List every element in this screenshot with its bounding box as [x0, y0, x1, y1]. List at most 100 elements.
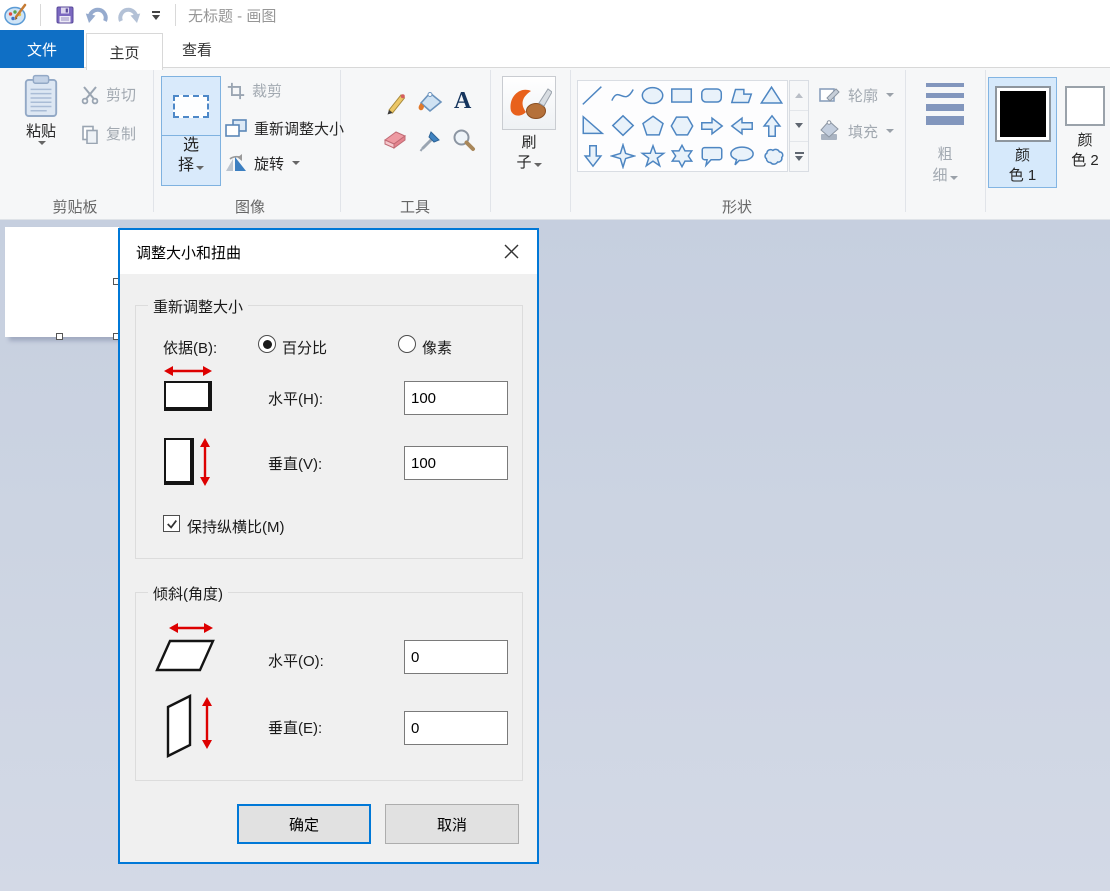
select-icon-area[interactable] [162, 77, 220, 136]
shape-diamond-icon[interactable] [610, 113, 636, 139]
shape-star5-icon[interactable] [640, 143, 666, 169]
shape-outline-button[interactable]: 轮廓 [818, 84, 894, 106]
check-icon [166, 518, 178, 530]
fill-tool-button[interactable] [417, 90, 443, 116]
shape-fill-button[interactable]: 填充 [818, 120, 894, 142]
qat-customize-button[interactable] [149, 11, 163, 20]
maintain-aspect-label[interactable]: 保持纵横比(M) [187, 516, 285, 537]
pixels-radio-label[interactable]: 像素 [422, 337, 452, 358]
shape-triangle-icon[interactable] [759, 83, 785, 109]
tab-file[interactable]: 文件 [0, 30, 84, 68]
pencil-tool-button[interactable] [384, 90, 408, 116]
paste-dropdown-caret [38, 141, 46, 145]
group-separator [985, 70, 986, 212]
shape-polygon-icon[interactable] [729, 83, 755, 109]
eraser-tool-button[interactable] [382, 130, 408, 150]
dialog-title-bar[interactable]: 调整大小和扭曲 [120, 230, 537, 274]
shape-right-triangle-icon[interactable] [580, 113, 606, 139]
shape-gallery [577, 80, 788, 172]
shape-arrow-up-icon[interactable] [759, 113, 785, 139]
brush-icon-frame [502, 76, 556, 130]
qat-separator [175, 4, 176, 26]
resize-label: 重新调整大小 [254, 118, 344, 139]
text-tool-button[interactable]: A [454, 88, 471, 115]
magnifier-icon [452, 128, 476, 152]
outline-dropdown-caret [886, 93, 894, 97]
shape-rectangle-icon[interactable] [669, 83, 695, 109]
shape-arrow-left-icon[interactable] [729, 113, 755, 139]
magnifier-tool-button[interactable] [452, 128, 476, 152]
color-picker-tool-button[interactable] [419, 128, 443, 152]
brushes-dropdown-caret [534, 163, 542, 167]
select-label-area[interactable]: 选 择 [162, 136, 220, 176]
pixels-radio[interactable] [398, 335, 416, 353]
gallery-scroll-up-button[interactable] [790, 81, 808, 111]
tab-view[interactable]: 查看 [170, 30, 224, 68]
percent-radio[interactable] [258, 335, 276, 353]
fill-bucket-icon [417, 90, 443, 116]
rotate-button[interactable]: 旋转 [224, 152, 300, 174]
horizontal-input[interactable] [404, 381, 508, 415]
gallery-expand-button[interactable] [790, 142, 808, 171]
save-button[interactable] [52, 2, 78, 28]
vertical-resize-rect-icon [164, 438, 194, 485]
shape-rounded-rectangle-icon[interactable] [699, 83, 725, 109]
skew-vertical-label: 垂直(E): [268, 717, 322, 738]
redo-button[interactable] [116, 2, 142, 28]
drawing-canvas[interactable] [5, 227, 119, 337]
text-tool-icon: A [454, 88, 471, 115]
brushes-button[interactable]: 刷 子 [500, 76, 558, 188]
shape-callout-rect-icon[interactable] [699, 143, 725, 169]
group-separator [153, 70, 154, 212]
crop-button[interactable]: 裁剪 [226, 80, 282, 101]
ribbon-tab-row: 文件 主页 查看 [0, 30, 1110, 68]
color1-button[interactable]: 颜色 1 [988, 77, 1057, 188]
shape-star4-icon[interactable] [610, 143, 636, 169]
dialog-close-button[interactable] [489, 232, 533, 270]
shape-ellipse-icon[interactable] [640, 83, 666, 109]
skew-horizontal-input[interactable] [404, 640, 508, 674]
vertical-skew-arrow-icon [200, 697, 214, 749]
copy-button[interactable]: 复制 [80, 123, 136, 144]
group-separator [490, 70, 491, 212]
horizontal-resize-rect-icon [164, 381, 212, 411]
size-line-icon [926, 83, 964, 87]
vertical-input[interactable] [404, 446, 508, 480]
undo-button[interactable] [84, 2, 110, 28]
paste-button[interactable]: 粘贴 [10, 74, 72, 186]
select-button[interactable]: 选 择 [161, 76, 221, 186]
clipboard-group-label: 剪贴板 [20, 196, 130, 217]
maintain-aspect-checkbox[interactable] [163, 515, 180, 532]
copy-icon [80, 124, 100, 144]
skew-vertical-input[interactable] [404, 711, 508, 745]
selection-rectangle-icon [173, 95, 209, 118]
shape-hexagon-icon[interactable] [669, 113, 695, 139]
shape-pentagon-icon[interactable] [640, 113, 666, 139]
ok-button[interactable]: 确定 [237, 804, 371, 844]
shape-arrow-right-icon[interactable] [699, 113, 725, 139]
resize-by-label: 依据(B): [163, 337, 217, 358]
cancel-button[interactable]: 取消 [385, 804, 519, 844]
shape-fill-icon [818, 120, 842, 142]
shape-curve-icon[interactable] [610, 83, 636, 109]
shapes-group-label: 形状 [682, 196, 792, 217]
tab-home[interactable]: 主页 [86, 33, 163, 70]
cut-button[interactable]: 剪切 [80, 84, 136, 105]
percent-radio-label[interactable]: 百分比 [282, 337, 327, 358]
gallery-scroll-down-button[interactable] [790, 111, 808, 141]
paint-logo-icon [3, 2, 29, 28]
triangle-down-icon [795, 123, 803, 128]
canvas-resize-handle-bottom[interactable] [56, 333, 63, 340]
shape-callout-cloud-icon[interactable] [759, 143, 785, 169]
shape-callout-oval-icon[interactable] [729, 143, 755, 169]
shape-arrow-down-icon[interactable] [580, 143, 606, 169]
cut-label: 剪切 [106, 84, 136, 105]
shape-star6-icon[interactable] [669, 143, 695, 169]
color2-button[interactable]: 颜色 2 [1060, 77, 1110, 188]
resize-button[interactable]: 重新调整大小 [224, 117, 344, 139]
rotate-icon [224, 152, 248, 174]
shape-line-icon[interactable] [580, 83, 606, 109]
color2-label: 颜色 2 [1060, 131, 1110, 171]
group-separator [905, 70, 906, 212]
window-title: 无标题 - 画图 [188, 5, 276, 26]
